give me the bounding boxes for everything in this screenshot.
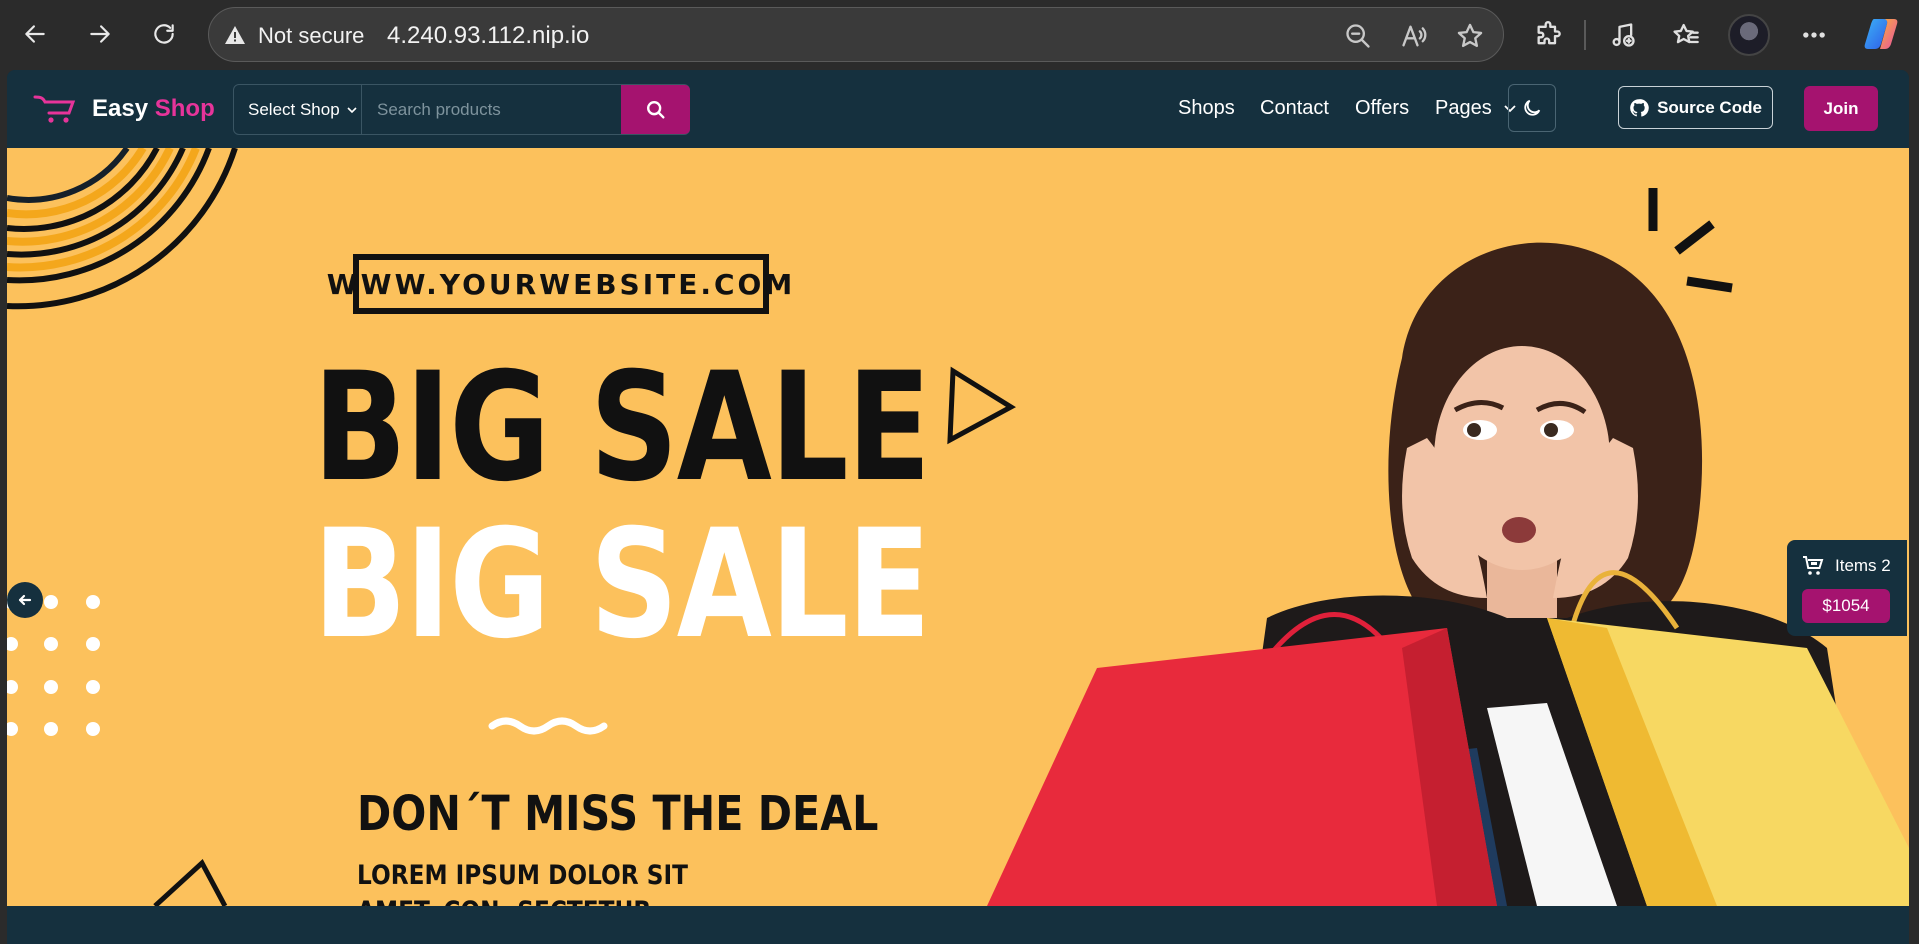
forward-button[interactable] xyxy=(80,14,120,54)
zoom-out-icon xyxy=(1346,24,1370,48)
arrow-left-icon xyxy=(18,594,32,606)
floating-cart[interactable]: Items 2 $1054 xyxy=(1787,540,1907,636)
search-input[interactable] xyxy=(363,85,619,134)
headline-big-sale-white: BIG SALE xyxy=(313,498,931,672)
browser-toolbar: Not secure 4.240.93.112.nip.io xyxy=(0,0,1919,69)
source-code-button[interactable]: Source Code xyxy=(1618,86,1773,129)
nav-pages-dropdown[interactable]: Pages xyxy=(1435,97,1517,120)
join-button[interactable]: Join xyxy=(1804,86,1878,131)
security-label[interactable]: Not secure xyxy=(258,23,364,49)
back-button[interactable] xyxy=(15,14,55,54)
favorites-icon xyxy=(1673,23,1699,44)
read-aloud-button[interactable] xyxy=(1399,21,1429,51)
website-label: WWW.YOURWEBSITE.COM xyxy=(327,254,792,314)
section-below-banner xyxy=(7,906,1909,944)
select-shop-label: Select Shop xyxy=(248,99,340,119)
brand-first-word: Easy xyxy=(92,95,149,122)
site-logo[interactable]: Easy Shop xyxy=(92,95,215,123)
media-control-icon xyxy=(1612,23,1635,47)
warning-icon[interactable] xyxy=(223,23,247,47)
woman-illustration xyxy=(987,242,1909,906)
triangle-outline xyxy=(947,366,1016,445)
address-bar[interactable]: Not secure 4.240.93.112.nip.io xyxy=(208,7,1504,62)
favorite-star-icon xyxy=(1457,23,1483,48)
toolbar-divider xyxy=(1584,20,1586,50)
carousel-prev-button[interactable] xyxy=(7,582,43,618)
refresh-button[interactable] xyxy=(144,14,184,54)
headline-big-sale-dark: BIG SALE xyxy=(313,341,931,515)
forward-icon xyxy=(90,25,110,43)
back-icon xyxy=(25,25,45,43)
cart-items-count: Items 2 xyxy=(1835,556,1891,575)
copilot-icon[interactable] xyxy=(1862,14,1902,54)
favorite-button[interactable] xyxy=(1455,21,1485,51)
nav-shops[interactable]: Shops xyxy=(1178,97,1235,120)
nav-offers[interactable]: Offers xyxy=(1355,97,1409,120)
read-aloud-icon xyxy=(1402,25,1427,47)
favorites-button[interactable] xyxy=(1665,14,1707,56)
cart-logo-icon[interactable] xyxy=(33,93,77,125)
tagline: DON´T MISS THE DEAL xyxy=(357,786,879,842)
profile-avatar[interactable] xyxy=(1728,14,1770,56)
github-icon xyxy=(1630,98,1649,117)
source-code-label: Source Code xyxy=(1657,97,1762,117)
extensions-button[interactable] xyxy=(1527,14,1569,56)
more-button[interactable] xyxy=(1793,14,1835,56)
brand-second-word: Shop xyxy=(154,95,215,122)
nav-pages-label: Pages xyxy=(1435,97,1492,119)
more-icon xyxy=(1803,32,1825,38)
banner-body-text: LOREM IPSUM DOLOR SIT AMET, CON- SECTETU… xyxy=(357,860,688,906)
site-header: Easy Shop Select Shop Shops Contact Offe… xyxy=(7,70,1909,148)
nav-contact[interactable]: Contact xyxy=(1260,97,1329,120)
chevron-down-icon xyxy=(347,106,357,113)
moon-icon xyxy=(1524,99,1541,116)
media-control-button[interactable] xyxy=(1602,14,1644,56)
search-icon xyxy=(646,100,665,119)
refresh-icon xyxy=(154,24,174,44)
theme-toggle-button[interactable] xyxy=(1508,84,1556,132)
shopping-cart-icon xyxy=(1803,556,1824,575)
extensions-icon xyxy=(1537,21,1561,45)
banner-artwork xyxy=(7,148,1909,906)
select-shop-dropdown[interactable]: Select Shop xyxy=(234,85,362,134)
cart-items-row: Items 2 xyxy=(1801,554,1891,578)
page-viewport: Easy Shop Select Shop Shops Contact Offe… xyxy=(7,70,1909,944)
search-group: Select Shop xyxy=(233,84,690,135)
url-text[interactable]: 4.240.93.112.nip.io xyxy=(387,22,589,50)
hero-banner: WWW.YOURWEBSITE.COM BIG SALE BIG SALE DO… xyxy=(7,148,1909,906)
search-button[interactable] xyxy=(621,85,690,134)
join-label: Join xyxy=(1823,98,1859,118)
zoom-out-button[interactable] xyxy=(1343,21,1373,51)
cart-total: $1054 xyxy=(1802,589,1890,623)
